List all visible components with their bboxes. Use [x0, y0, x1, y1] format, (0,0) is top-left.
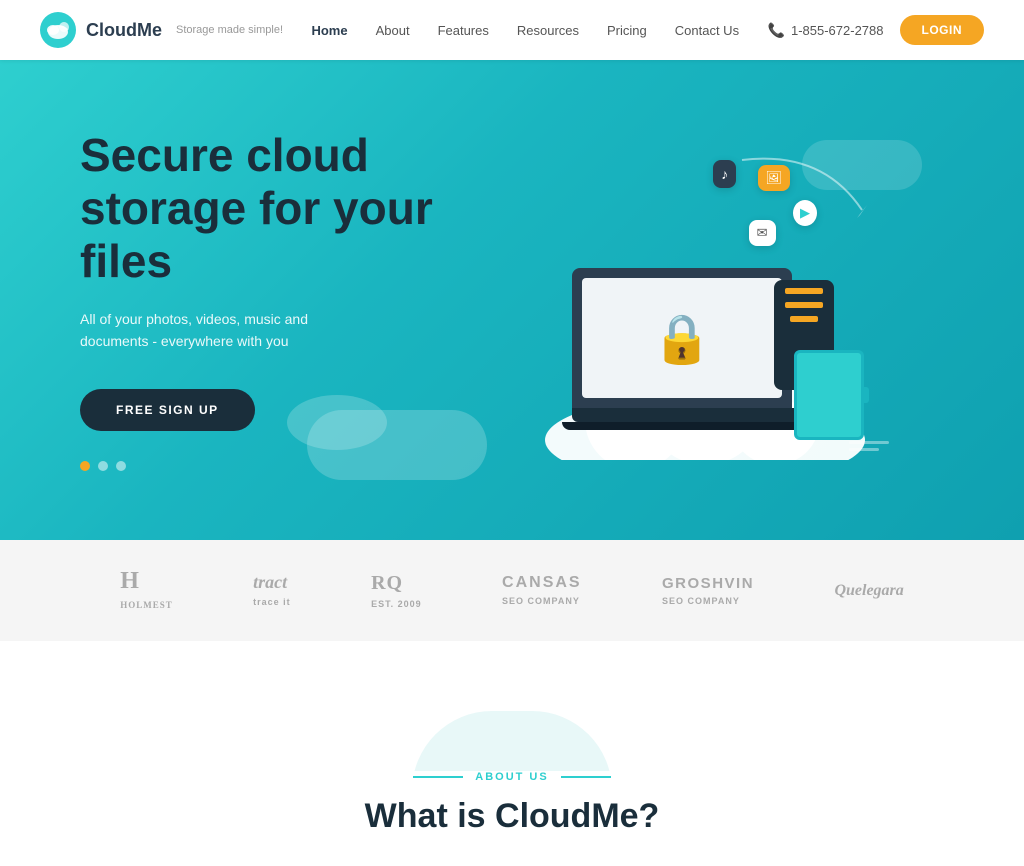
about-section: ABOUT US What is CloudMe? [0, 641, 1024, 866]
hero-left: Secure cloud storage for your files All … [80, 129, 500, 470]
header-right: 📞 1-855-672-2788 LOGIN [768, 15, 984, 45]
main-nav: Home About Features Resources Pricing Co… [311, 23, 739, 38]
partner-groshvin: GROSHVIN SEO COMPANY [662, 575, 754, 607]
logo-icon [40, 12, 76, 48]
phone-area: 📞 1-855-672-2788 [768, 22, 884, 39]
phone-icon: 📞 [768, 22, 785, 39]
partner-rq: RQ EST. 2009 [371, 572, 422, 610]
tablet [794, 350, 864, 440]
nav-pricing[interactable]: Pricing [607, 23, 647, 38]
dot-2[interactable] [98, 461, 108, 471]
cloud-teaser-shape [412, 711, 612, 771]
nav-features[interactable]: Features [438, 23, 489, 38]
partner-holmest: H HOLMEST [120, 568, 173, 613]
h-line-1 [849, 441, 889, 444]
laptop-bottom [562, 422, 822, 430]
dot-3[interactable] [116, 461, 126, 471]
about-label: ABOUT US [80, 771, 944, 783]
hero-title: Secure cloud storage for your files [80, 129, 500, 288]
header: CloudMe Storage made simple! Home About … [0, 0, 1024, 60]
signup-button[interactable]: FREE SIGN UP [80, 389, 255, 431]
about-title: What is CloudMe? [80, 797, 944, 836]
brand-name: CloudMe [86, 20, 162, 41]
hero-dots [80, 461, 500, 471]
hero-illustration: ♪ 🖼 ✉ ▶ 🔒 [500, 110, 944, 490]
hero-subtitle: All of your photos, videos, music and do… [80, 308, 380, 353]
nav-home[interactable]: Home [311, 23, 347, 38]
arrow-decoration [722, 140, 882, 240]
nav-resources[interactable]: Resources [517, 23, 579, 38]
partners-section: H HOLMEST tract trace it RQ EST. 2009 CA… [0, 540, 1024, 641]
partner-cansas: CANSAS SEO COMPANY [502, 574, 582, 607]
lock-icon: 🔒 [652, 310, 712, 367]
partner-tract: tract trace it [253, 572, 291, 610]
cloud-teaser [80, 691, 944, 771]
laptop-base [572, 408, 812, 422]
tablet-notch [864, 387, 869, 403]
phone-screen-line3 [790, 316, 818, 322]
partner-quelegara: Quelegara [834, 582, 903, 600]
nav-about[interactable]: About [376, 23, 410, 38]
logo-area: CloudMe Storage made simple! [40, 12, 283, 48]
phone-screen-line1 [785, 288, 823, 294]
hero-section: Secure cloud storage for your files All … [0, 60, 1024, 540]
decorative-lines [849, 441, 889, 455]
laptop-screen-inner: 🔒 [582, 278, 782, 398]
nav-contact[interactable]: Contact Us [675, 23, 739, 38]
phone-number: 1-855-672-2788 [791, 23, 884, 38]
h-line-2 [849, 448, 879, 451]
brand-tagline: Storage made simple! [176, 24, 283, 36]
login-button[interactable]: LOGIN [900, 15, 985, 45]
laptop-screen: 🔒 [572, 268, 792, 408]
phone-screen-line2 [785, 302, 823, 308]
dot-1[interactable] [80, 461, 90, 471]
